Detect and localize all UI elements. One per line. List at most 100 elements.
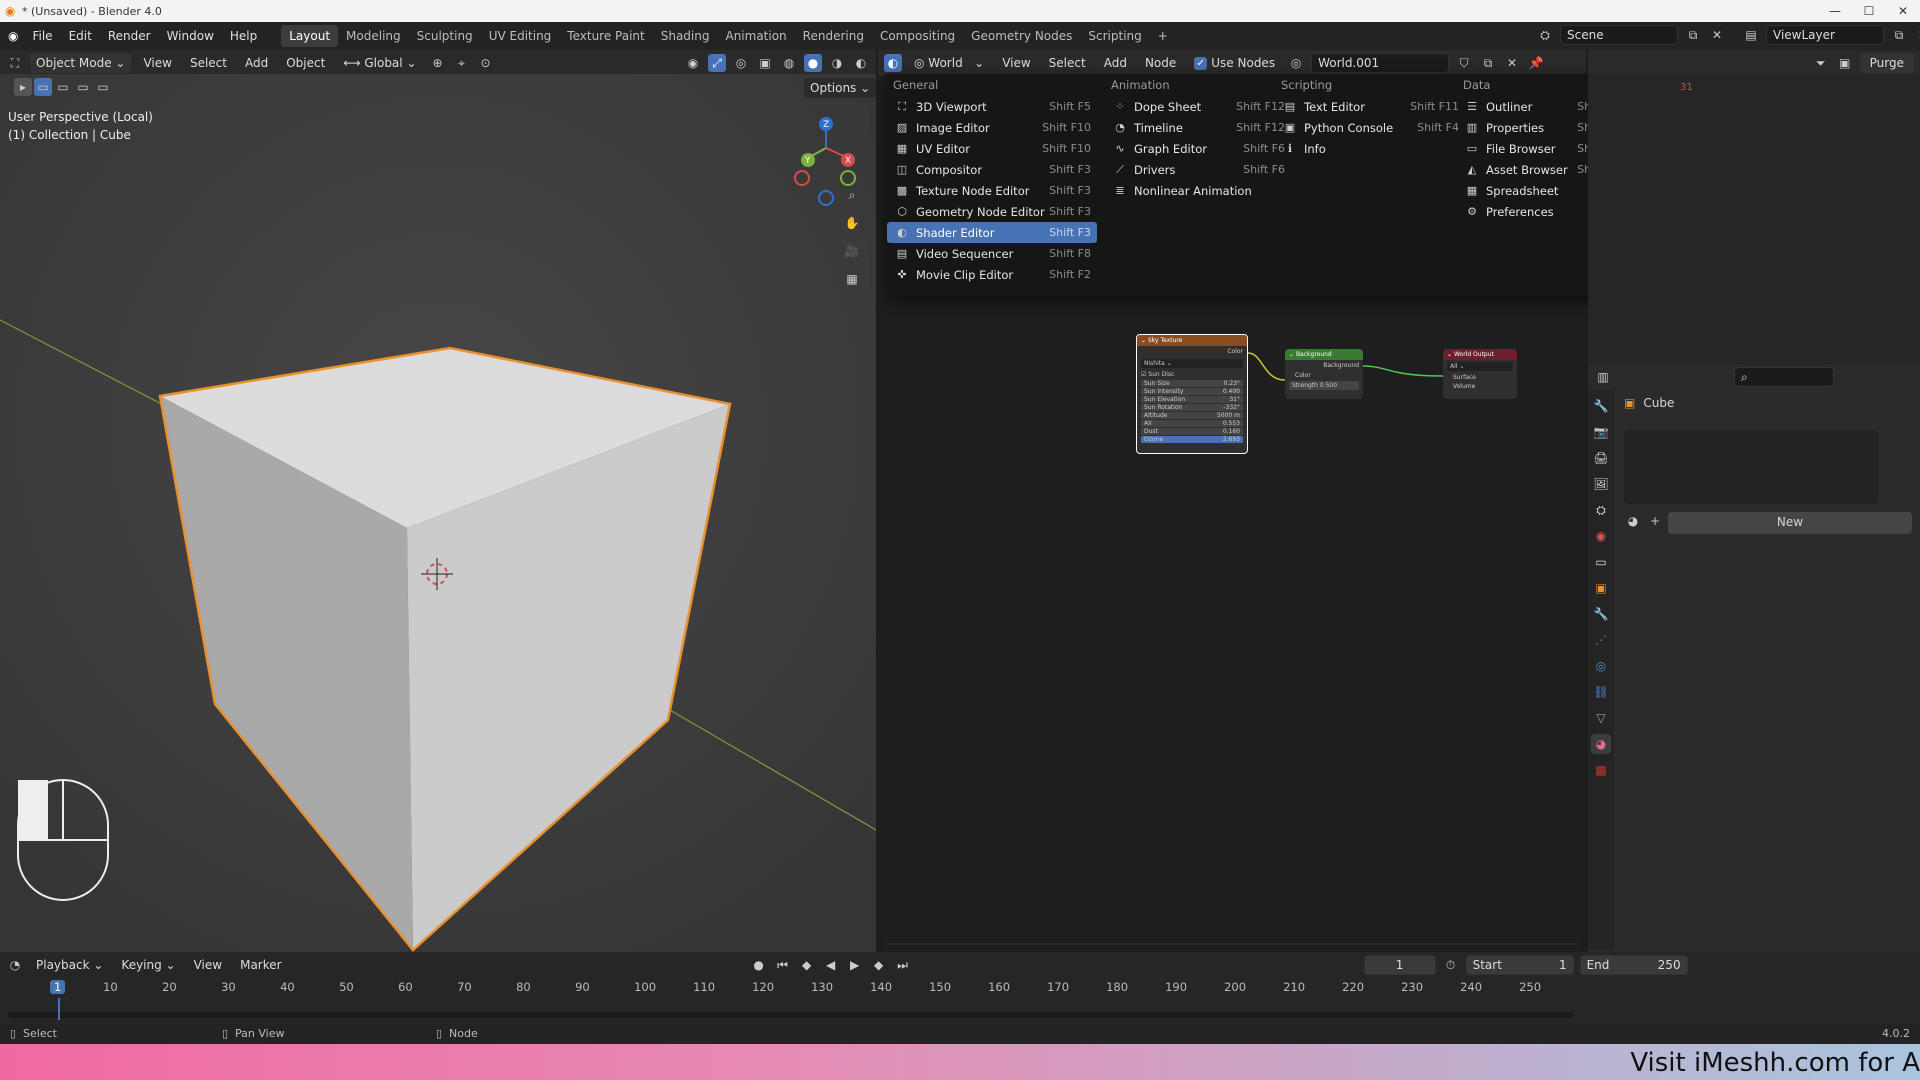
viewport-menu-view[interactable]: View: [137, 53, 177, 73]
start-frame-field[interactable]: Start 1: [1465, 955, 1574, 975]
node-menu-view[interactable]: View: [996, 53, 1036, 73]
particles-tab-icon[interactable]: ⋰: [1591, 630, 1611, 650]
select-box-icon[interactable]: ▭: [34, 78, 52, 96]
timeline-keying-menu[interactable]: Keying ⌄: [115, 955, 181, 975]
maximize-button[interactable]: ☐: [1852, 0, 1886, 22]
menu-item-nonlinear-animation[interactable]: ≣ Nonlinear Animation: [1105, 180, 1291, 201]
modifier-tab-icon[interactable]: 🔧: [1591, 604, 1611, 624]
material-slots-list[interactable]: [1624, 430, 1878, 504]
menu-item-shader-editor[interactable]: ◐ Shader Editor Shift F3: [887, 222, 1097, 243]
world-output-target[interactable]: All ⌄: [1447, 362, 1513, 371]
menu-item-dope-sheet[interactable]: ⁘ Dope Sheet Shift F12: [1105, 96, 1291, 117]
timeline-view-menu[interactable]: View: [188, 955, 228, 975]
record-icon[interactable]: ●: [750, 956, 768, 974]
sky-field-row[interactable]: Sun Intensity 0.400: [1141, 388, 1243, 395]
viewlayer-icon[interactable]: ▤: [1742, 26, 1760, 44]
fake-user-icon[interactable]: ⛉: [1455, 54, 1473, 72]
world-browse-icon[interactable]: ◎: [1287, 54, 1305, 72]
world-name-field[interactable]: World.001: [1311, 53, 1450, 73]
play-reverse-icon[interactable]: ◀: [822, 956, 840, 974]
viewport-menu-select[interactable]: Select: [184, 53, 233, 73]
new-collection-icon[interactable]: ▣: [1836, 54, 1854, 72]
tab-shading[interactable]: Shading: [653, 25, 718, 47]
rendered-shading-icon[interactable]: ◐: [852, 54, 870, 72]
ortho-grid-icon[interactable]: ▦: [843, 270, 861, 288]
wireframe-shading-icon[interactable]: ◍: [780, 54, 798, 72]
texture-tab-icon[interactable]: ▩: [1591, 760, 1611, 780]
viewlayer-field[interactable]: ViewLayer: [1766, 25, 1884, 45]
camera-view-icon[interactable]: 🎥: [843, 242, 861, 260]
play-icon[interactable]: ▶: [846, 956, 864, 974]
bg-strength-field[interactable]: Strength 0.500: [1289, 381, 1359, 390]
sky-field-row[interactable]: Air 0.553: [1141, 420, 1243, 427]
visibility-icon[interactable]: ◉: [684, 54, 702, 72]
tab-modeling[interactable]: Modeling: [338, 25, 409, 47]
blender-menu-icon[interactable]: ◉: [0, 25, 24, 47]
scene-tab-icon[interactable]: ⛭: [1591, 500, 1611, 520]
tab-rendering[interactable]: Rendering: [795, 25, 872, 47]
menu-help[interactable]: Help: [222, 25, 265, 47]
zoom-icon[interactable]: ⌕: [843, 186, 861, 204]
editor-type-button[interactable]: ◐: [884, 54, 902, 72]
menu-item-movie-clip-editor[interactable]: ✜ Movie Clip Editor Shift F2: [887, 264, 1097, 285]
properties-search[interactable]: ⌕: [1734, 367, 1834, 387]
editor-type-icon[interactable]: ⛶: [6, 54, 24, 72]
output-tab-icon[interactable]: 🖨: [1591, 448, 1611, 468]
sky-field-row[interactable]: Sun Size 0.23°: [1141, 380, 1243, 387]
playhead-line[interactable]: [58, 998, 60, 1020]
material-browse-icon[interactable]: ◕: [1624, 512, 1642, 530]
viewlayer-tab-icon[interactable]: 🖼: [1591, 474, 1611, 494]
constraints-tab-icon[interactable]: ⛓: [1591, 682, 1611, 702]
use-nodes-checkbox[interactable]: ✓ Use Nodes: [1188, 53, 1281, 73]
physics-tab-icon[interactable]: ◎: [1591, 656, 1611, 676]
sky-texture-node[interactable]: ⌄ Sky Texture Color Nishita ⌄ ☑ Sun Disc…: [1136, 334, 1248, 454]
purge-button[interactable]: Purge: [1859, 53, 1914, 73]
tab-layout[interactable]: Layout: [281, 25, 339, 47]
proportional-icon[interactable]: ⊙: [477, 54, 495, 72]
preview-range-icon[interactable]: ⏱: [1442, 956, 1460, 974]
scene-field[interactable]: Scene: [1560, 25, 1678, 45]
material-tab-icon[interactable]: ◕: [1591, 734, 1611, 754]
menu-item-geometry-node-editor[interactable]: ⬡ Geometry Node Editor Shift F3: [887, 201, 1097, 222]
timeline-marker-menu[interactable]: Marker: [234, 955, 287, 975]
viewport-menu-object[interactable]: Object: [280, 53, 331, 73]
tab-uv-editing[interactable]: UV Editing: [481, 25, 560, 47]
duplicate-world-icon[interactable]: ⧉: [1479, 54, 1497, 72]
node-menu-node[interactable]: Node: [1139, 53, 1182, 73]
menu-item-uv-editor[interactable]: ▦ UV Editor Shift F10: [887, 138, 1097, 159]
add-workspace-button[interactable]: +: [1150, 25, 1176, 47]
sky-field-row[interactable]: Sun Rotation -332°: [1141, 404, 1243, 411]
pivot-icon[interactable]: ⊕: [429, 54, 447, 72]
snap-icon[interactable]: ⌖: [453, 54, 471, 72]
world-tab-icon[interactable]: ◉: [1591, 526, 1611, 546]
menu-item-graph-editor[interactable]: ∿ Graph Editor Shift F6: [1105, 138, 1291, 159]
viewport-menu-add[interactable]: Add: [239, 53, 274, 73]
menu-item-texture-node-editor[interactable]: ▩ Texture Node Editor Shift F3: [887, 180, 1097, 201]
new-viewlayer-icon[interactable]: ⧉: [1890, 26, 1908, 44]
object-tab-icon[interactable]: ▣: [1591, 578, 1611, 598]
timeline-playback-menu[interactable]: Playback ⌄: [30, 955, 109, 975]
node-menu-select[interactable]: Select: [1043, 53, 1092, 73]
menu-item-info[interactable]: ℹ Info: [1275, 138, 1465, 159]
scene-close-icon[interactable]: ✕: [1708, 26, 1726, 44]
current-frame-field[interactable]: 1: [1363, 955, 1436, 975]
prev-key-icon[interactable]: ◆: [798, 956, 816, 974]
next-key-icon[interactable]: ◆: [870, 956, 888, 974]
mode-selector[interactable]: Object Mode ⌄: [30, 53, 132, 73]
background-node[interactable]: ⌄ Background Background Color Strength 0…: [1285, 349, 1363, 399]
sky-field-row[interactable]: Sun Elevation 31°: [1141, 396, 1243, 403]
shader-type-selector[interactable]: ◎ World ⌄: [908, 53, 990, 73]
select-tool-icon[interactable]: ▸: [14, 78, 32, 96]
add-material-icon[interactable]: +: [1646, 512, 1664, 530]
material-shading-icon[interactable]: ◑: [828, 54, 846, 72]
overlay-icon[interactable]: ◎: [732, 54, 750, 72]
select-subtract-icon[interactable]: ▭: [74, 78, 92, 96]
sky-field-row[interactable]: Dust 0.160: [1141, 428, 1243, 435]
pin-icon[interactable]: 📌: [1527, 54, 1545, 72]
transform-orientation[interactable]: ⟷ Global ⌄: [337, 53, 422, 73]
world-output-node[interactable]: ⌄ World Output All ⌄ Surface Volume: [1443, 349, 1517, 399]
render-tab-icon[interactable]: 📷: [1591, 422, 1611, 442]
scene-icon[interactable]: ⛭: [1536, 26, 1554, 44]
tool-tab-icon[interactable]: 🔧: [1591, 396, 1611, 416]
tab-texture-paint[interactable]: Texture Paint: [559, 25, 652, 47]
